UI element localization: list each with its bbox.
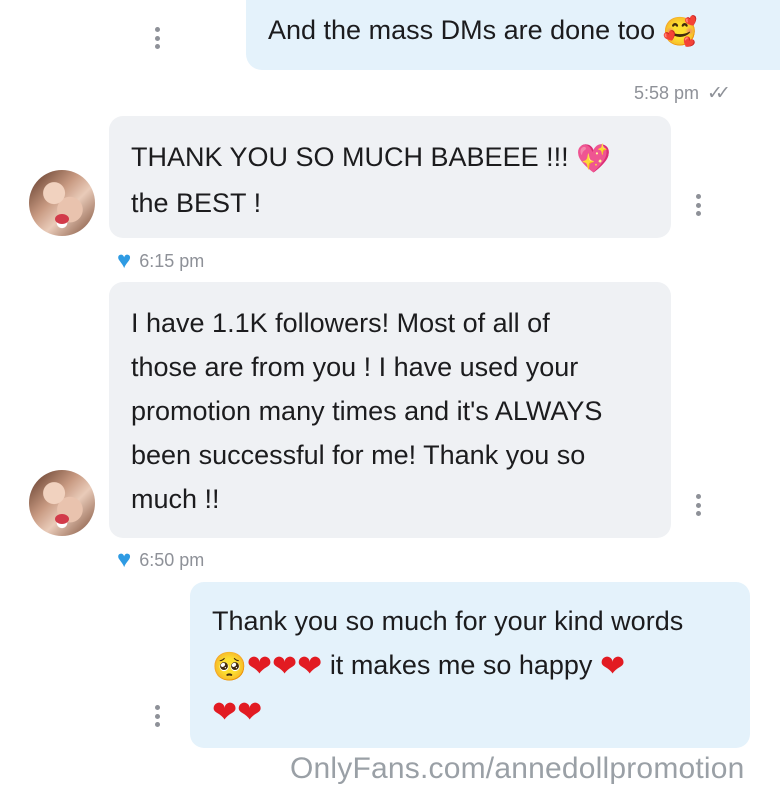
message-text-line: the BEST ! <box>131 188 262 218</box>
message-text-line: promotion many times and it's ALWAYS <box>131 396 603 426</box>
red-heart-icon: ❤ <box>237 695 263 730</box>
red-heart-icon: ❤ <box>246 649 273 684</box>
message-meta: ♥ 6:50 pm <box>117 548 204 572</box>
message-text: And the mass DMs are done too <box>268 15 656 45</box>
watermark: OnlyFans.com/annedollpromotion <box>290 752 745 785</box>
message-text-line: much !! <box>131 484 220 514</box>
liked-heart-icon[interactable]: ♥ <box>117 548 131 572</box>
message-text-line: been successful for me! Thank you so <box>131 440 586 470</box>
outgoing-message-bubble[interactable]: And the mass DMs are done too 🥰 <box>246 0 780 70</box>
message-text-line: those are from you ! I have used your <box>131 352 579 382</box>
contact-avatar[interactable] <box>29 470 95 536</box>
smiling-face-with-hearts-icon: 🥰 <box>662 15 698 48</box>
liked-heart-icon[interactable]: ♥ <box>117 249 131 273</box>
red-heart-icon: ❤ <box>599 649 626 684</box>
outgoing-message-bubble[interactable]: Thank you so much for your kind words 🥺❤… <box>190 582 750 748</box>
message-time: 5:58 pm <box>634 83 700 103</box>
message-meta: 5:58 pm ✓✓ <box>634 82 731 105</box>
message-options-icon[interactable] <box>155 27 161 49</box>
pleading-face-icon: 🥺 <box>212 650 247 683</box>
contact-avatar[interactable] <box>29 170 95 236</box>
message-text-line: I have 1.1K followers! Most of all of <box>131 308 550 338</box>
message-meta: ♥ 6:15 pm <box>117 249 204 273</box>
message-time: 6:15 pm <box>139 250 205 271</box>
message-options-icon[interactable] <box>155 705 161 727</box>
message-time: 6:50 pm <box>139 549 205 570</box>
incoming-message-bubble[interactable]: THANK YOU SO MUCH BABEEE !!! 💖 the BEST … <box>109 116 671 238</box>
message-text-line: it makes me so happy <box>329 650 593 680</box>
double-check-icon: ✓✓ <box>707 83 731 104</box>
message-options-icon[interactable] <box>696 494 702 516</box>
message-text-line: THANK YOU SO MUCH BABEEE !!! <box>131 142 569 172</box>
red-heart-icon: ❤ <box>297 649 323 684</box>
red-heart-icon: ❤ <box>212 695 238 730</box>
sparkling-heart-icon: 💖 <box>576 142 611 175</box>
message-text-line: Thank you so much for your kind words <box>212 606 684 636</box>
incoming-message-bubble[interactable]: I have 1.1K followers! Most of all of th… <box>109 282 671 538</box>
message-options-icon[interactable] <box>696 194 702 216</box>
red-heart-icon: ❤ <box>272 649 298 684</box>
